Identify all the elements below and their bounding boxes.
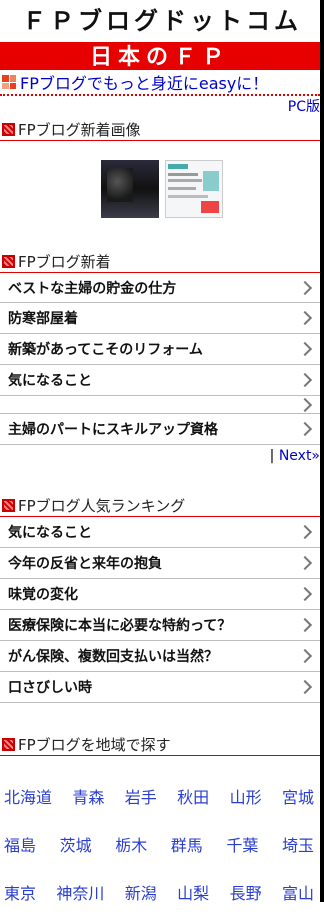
chevron-right-icon: [297, 555, 313, 571]
region-link[interactable]: 新潟: [125, 880, 157, 904]
region-link[interactable]: 福島: [4, 832, 36, 856]
chevron-right-icon: [297, 310, 313, 326]
region-link[interactable]: 岩手: [125, 784, 157, 808]
next-link[interactable]: Next»: [279, 448, 320, 464]
region-link[interactable]: 埼玉: [282, 832, 314, 856]
right-edge-bar: [320, 0, 324, 902]
list-item-label: 新築があってこそのリフォーム: [8, 342, 203, 358]
chevron-right-icon: [297, 524, 313, 540]
region-link[interactable]: 山梨: [177, 880, 209, 904]
chevron-right-icon: [297, 421, 313, 437]
region-link[interactable]: 北海道: [4, 784, 52, 808]
chevron-right-icon: [297, 280, 313, 295]
section-ranking-header: FPブログ人気ランキング: [0, 494, 320, 517]
tagline: FPブログでもっと身近にeasyに！: [0, 70, 324, 94]
chevron-right-icon: [297, 397, 313, 412]
list-item-label: がん保険、複数回支払いは当然？: [8, 649, 218, 665]
thumbnail-image[interactable]: [101, 160, 159, 218]
site-banner[interactable]: 日本のＦＰ: [0, 40, 320, 70]
list-item[interactable]: 医療保険に本当に必要な特約って？: [0, 610, 320, 641]
chevron-right-icon: [297, 372, 313, 388]
region-link[interactable]: 秋田: [177, 784, 209, 808]
section-new-images-header: FPブログ新着画像: [0, 118, 320, 141]
list-item[interactable]: 口さびしい時: [0, 672, 320, 703]
region-row: 北海道 青森 岩手 秋田 山形 宮城: [4, 772, 314, 820]
list-item[interactable]: 味覚の変化: [0, 579, 320, 610]
region-row: 東京 神奈川 新潟 山梨 長野 富山: [4, 868, 314, 916]
region-grid: 北海道 青森 岩手 秋田 山形 宮城 福島 茨城 栃木 群馬 千葉 埼玉 東京 …: [0, 772, 324, 916]
pager: | Next»: [0, 445, 324, 467]
list-item-label: ベストな主婦の貯金の仕方: [8, 280, 177, 297]
tagline-icon: [2, 75, 16, 89]
list-item[interactable]: [0, 396, 320, 414]
section-title: FPブログ新着: [18, 252, 111, 271]
list-item-label: 口さびしい時: [8, 680, 92, 696]
list-item-label: 今年の反省と来年の抱負: [8, 556, 162, 572]
list-item[interactable]: 新築があってこそのリフォーム: [0, 334, 320, 365]
region-link[interactable]: 群馬: [171, 832, 203, 856]
region-link[interactable]: 神奈川: [56, 880, 104, 904]
pc-version-link[interactable]: PC版: [288, 99, 320, 115]
ranking-list: 気になること 今年の反省と来年の抱負 味覚の変化 医療保険に本当に必要な特約って…: [0, 517, 320, 703]
section-title: FPブログを地域で探す: [18, 735, 171, 754]
section-bullet-icon: [2, 122, 15, 136]
list-item[interactable]: 気になること: [0, 517, 320, 548]
tagline-link[interactable]: FPブログでもっと身近にeasyに！: [20, 70, 268, 94]
chevron-right-icon: [297, 586, 313, 602]
list-item-label: 気になること: [8, 373, 92, 389]
list-item-label: 味覚の変化: [8, 587, 78, 603]
chevron-right-icon: [297, 617, 313, 633]
list-item-label: 防寒部屋着: [8, 311, 78, 327]
pc-version-row: PC版: [0, 96, 324, 118]
chevron-right-icon: [297, 341, 313, 357]
region-link[interactable]: 栃木: [115, 832, 147, 856]
chevron-right-icon: [297, 648, 313, 664]
section-new-posts-header: FPブログ新着: [0, 250, 320, 273]
region-link[interactable]: 東京: [4, 880, 36, 904]
list-item[interactable]: 今年の反省と来年の抱負: [0, 548, 320, 579]
list-item[interactable]: ベストな主婦の貯金の仕方: [0, 273, 320, 303]
list-item[interactable]: がん保険、複数回支払いは当然？: [0, 641, 320, 672]
list-item[interactable]: 防寒部屋着: [0, 303, 320, 334]
list-item-label: 気になること: [8, 525, 92, 541]
region-link[interactable]: 長野: [230, 880, 262, 904]
list-item-label: 医療保険に本当に必要な特約って？: [8, 618, 232, 634]
chevron-right-icon: [297, 679, 313, 695]
section-bullet-icon: [2, 737, 15, 751]
list-item-label: 主婦のパートにスキルアップ資格: [8, 422, 218, 438]
region-link[interactable]: 青森: [72, 784, 104, 808]
section-bullet-icon: [2, 254, 15, 268]
new-posts-list: ベストな主婦の貯金の仕方 防寒部屋着 新築があってこそのリフォーム 気になること…: [0, 273, 320, 445]
new-images-thumbnails: [0, 141, 324, 219]
section-title: FPブログ新着画像: [18, 120, 141, 139]
region-link[interactable]: 山形: [230, 784, 262, 808]
region-link[interactable]: 富山: [282, 880, 314, 904]
thumbnail-image[interactable]: [165, 160, 223, 218]
site-title[interactable]: ＦＰブログドットコム: [0, 0, 324, 40]
section-region-header: FPブログを地域で探す: [0, 733, 320, 756]
region-link[interactable]: 千葉: [226, 832, 258, 856]
pager-separator: |: [269, 448, 275, 464]
section-bullet-icon: [2, 498, 15, 512]
region-link[interactable]: 宮城: [282, 784, 314, 808]
section-title: FPブログ人気ランキング: [18, 496, 186, 515]
region-row: 福島 茨城 栃木 群馬 千葉 埼玉: [4, 820, 314, 868]
list-item[interactable]: 気になること: [0, 365, 320, 396]
region-link[interactable]: 茨城: [60, 832, 92, 856]
list-item[interactable]: 主婦のパートにスキルアップ資格: [0, 414, 320, 445]
